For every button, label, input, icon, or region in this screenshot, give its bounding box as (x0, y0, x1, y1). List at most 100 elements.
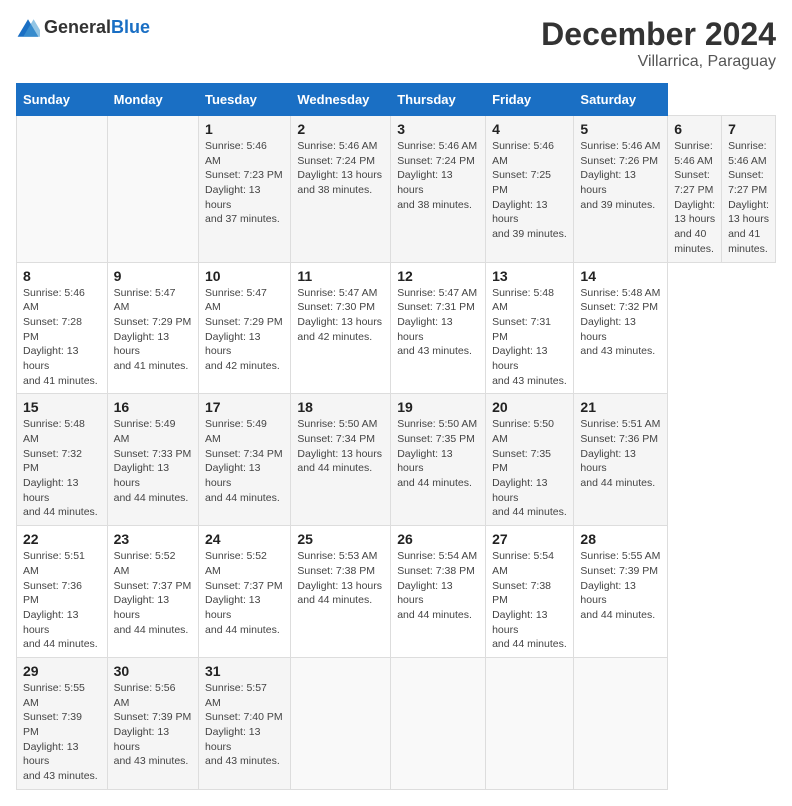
day-number: 23 (114, 531, 192, 547)
calendar-cell: 5 Sunrise: 5:46 AMSunset: 7:26 PMDaylight… (574, 116, 668, 263)
day-info: Sunrise: 5:50 AMSunset: 7:35 PMDaylight:… (492, 417, 567, 520)
day-number: 16 (114, 399, 192, 415)
day-number: 19 (397, 399, 479, 415)
calendar-cell: 25 Sunrise: 5:53 AMSunset: 7:38 PMDayligh… (291, 526, 391, 658)
calendar-cell: 22 Sunrise: 5:51 AMSunset: 7:36 PMDayligh… (17, 526, 108, 658)
day-number: 28 (580, 531, 661, 547)
calendar-cell: 18 Sunrise: 5:50 AMSunset: 7:34 PMDayligh… (291, 394, 391, 526)
calendar-cell: 15Sunrise: 5:48 AMSunset: 7:32 PMDayligh… (17, 394, 108, 526)
day-info: Sunrise: 5:46 AMSunset: 7:27 PMDaylight:… (728, 139, 769, 257)
day-info: Sunrise: 5:53 AMSunset: 7:38 PMDaylight:… (297, 549, 384, 608)
calendar-cell: 3 Sunrise: 5:46 AMSunset: 7:24 PMDaylight… (391, 116, 486, 263)
day-info: Sunrise: 5:50 AMSunset: 7:34 PMDaylight:… (297, 417, 384, 476)
day-number: 20 (492, 399, 567, 415)
logo: GeneralBlue (16, 16, 150, 40)
calendar-cell: 21 Sunrise: 5:51 AMSunset: 7:36 PMDayligh… (574, 394, 668, 526)
calendar-cell: 9 Sunrise: 5:47 AMSunset: 7:29 PMDaylight… (107, 262, 198, 394)
day-number: 10 (205, 268, 284, 284)
day-number: 6 (674, 121, 715, 137)
logo-general: General (44, 17, 111, 37)
day-info: Sunrise: 5:46 AMSunset: 7:26 PMDaylight:… (580, 139, 661, 212)
calendar-week-row: 15Sunrise: 5:48 AMSunset: 7:32 PMDayligh… (17, 394, 776, 526)
calendar-cell: 10 Sunrise: 5:47 AMSunset: 7:29 PMDayligh… (199, 262, 291, 394)
calendar-cell (107, 116, 198, 263)
calendar-cell (291, 657, 391, 789)
calendar-cell: 27Sunrise: 5:54 AMSunset: 7:38 PMDayligh… (486, 526, 574, 658)
day-info: Sunrise: 5:47 AMSunset: 7:29 PMDaylight:… (114, 286, 192, 374)
day-info: Sunrise: 5:46 AMSunset: 7:23 PMDaylight:… (205, 139, 284, 227)
calendar-cell: 26Sunrise: 5:54 AMSunset: 7:38 PMDayligh… (391, 526, 486, 658)
weekday-header-friday: Friday (486, 84, 574, 116)
day-number: 14 (580, 268, 661, 284)
day-number: 12 (397, 268, 479, 284)
day-info: Sunrise: 5:46 AMSunset: 7:25 PMDaylight:… (492, 139, 567, 242)
day-number: 1 (205, 121, 284, 137)
calendar-cell: 23Sunrise: 5:52 AMSunset: 7:37 PMDayligh… (107, 526, 198, 658)
weekday-header-saturday: Saturday (574, 84, 668, 116)
calendar-cell: 24Sunrise: 5:52 AMSunset: 7:37 PMDayligh… (199, 526, 291, 658)
day-number: 3 (397, 121, 479, 137)
calendar-week-row: 22 Sunrise: 5:51 AMSunset: 7:36 PMDayligh… (17, 526, 776, 658)
calendar-cell: 17 Sunrise: 5:49 AMSunset: 7:34 PMDayligh… (199, 394, 291, 526)
day-info: Sunrise: 5:46 AMSunset: 7:24 PMDaylight:… (297, 139, 384, 198)
day-number: 15 (23, 399, 101, 415)
calendar-week-row: 1 Sunrise: 5:46 AMSunset: 7:23 PMDaylight… (17, 116, 776, 263)
calendar-cell: 28Sunrise: 5:55 AMSunset: 7:39 PMDayligh… (574, 526, 668, 658)
day-info: Sunrise: 5:56 AMSunset: 7:39 PMDaylight:… (114, 681, 192, 769)
page-header: GeneralBlue December 2024 Villarrica, Pa… (16, 16, 776, 71)
day-info: Sunrise: 5:50 AMSunset: 7:35 PMDaylight:… (397, 417, 479, 490)
calendar-cell (486, 657, 574, 789)
title-section: December 2024 Villarrica, Paraguay (541, 16, 776, 71)
weekday-header-tuesday: Tuesday (199, 84, 291, 116)
calendar-cell: 20 Sunrise: 5:50 AMSunset: 7:35 PMDayligh… (486, 394, 574, 526)
day-number: 11 (297, 268, 384, 284)
day-number: 21 (580, 399, 661, 415)
day-info: Sunrise: 5:46 AMSunset: 7:24 PMDaylight:… (397, 139, 479, 212)
calendar-cell: 31 Sunrise: 5:57 AMSunset: 7:40 PMDayligh… (199, 657, 291, 789)
day-info: Sunrise: 5:48 AMSunset: 7:32 PMDaylight:… (580, 286, 661, 359)
calendar-cell: 12 Sunrise: 5:47 AMSunset: 7:31 PMDayligh… (391, 262, 486, 394)
calendar-cell: 7Sunrise: 5:46 AMSunset: 7:27 PMDaylight… (722, 116, 776, 263)
day-number: 17 (205, 399, 284, 415)
day-info: Sunrise: 5:52 AMSunset: 7:37 PMDaylight:… (205, 549, 284, 637)
calendar-cell: 11 Sunrise: 5:47 AMSunset: 7:30 PMDayligh… (291, 262, 391, 394)
day-number: 26 (397, 531, 479, 547)
day-number: 25 (297, 531, 384, 547)
calendar-table: SundayMondayTuesdayWednesdayThursdayFrid… (16, 83, 776, 790)
day-number: 18 (297, 399, 384, 415)
day-number: 31 (205, 663, 284, 679)
day-info: Sunrise: 5:55 AMSunset: 7:39 PMDaylight:… (23, 681, 101, 784)
day-info: Sunrise: 5:49 AMSunset: 7:34 PMDaylight:… (205, 417, 284, 505)
calendar-cell: 29 Sunrise: 5:55 AMSunset: 7:39 PMDayligh… (17, 657, 108, 789)
calendar-cell (391, 657, 486, 789)
day-number: 5 (580, 121, 661, 137)
calendar-week-row: 8Sunrise: 5:46 AMSunset: 7:28 PMDaylight… (17, 262, 776, 394)
calendar-cell (574, 657, 668, 789)
day-info: Sunrise: 5:46 AMSunset: 7:28 PMDaylight:… (23, 286, 101, 389)
weekday-header-monday: Monday (107, 84, 198, 116)
weekday-header-row: SundayMondayTuesdayWednesdayThursdayFrid… (17, 84, 776, 116)
day-info: Sunrise: 5:47 AMSunset: 7:31 PMDaylight:… (397, 286, 479, 359)
calendar-cell: 16Sunrise: 5:49 AMSunset: 7:33 PMDayligh… (107, 394, 198, 526)
day-info: Sunrise: 5:57 AMSunset: 7:40 PMDaylight:… (205, 681, 284, 769)
calendar-cell: 2 Sunrise: 5:46 AMSunset: 7:24 PMDaylight… (291, 116, 391, 263)
weekday-header-thursday: Thursday (391, 84, 486, 116)
calendar-cell: 19 Sunrise: 5:50 AMSunset: 7:35 PMDayligh… (391, 394, 486, 526)
day-info: Sunrise: 5:47 AMSunset: 7:29 PMDaylight:… (205, 286, 284, 374)
day-number: 30 (114, 663, 192, 679)
calendar-cell: 1 Sunrise: 5:46 AMSunset: 7:23 PMDaylight… (199, 116, 291, 263)
day-number: 9 (114, 268, 192, 284)
day-number: 2 (297, 121, 384, 137)
calendar-cell: 13Sunrise: 5:48 AMSunset: 7:31 PMDayligh… (486, 262, 574, 394)
day-info: Sunrise: 5:46 AMSunset: 7:27 PMDaylight:… (674, 139, 715, 257)
day-info: Sunrise: 5:51 AMSunset: 7:36 PMDaylight:… (23, 549, 101, 652)
day-info: Sunrise: 5:51 AMSunset: 7:36 PMDaylight:… (580, 417, 661, 490)
day-number: 29 (23, 663, 101, 679)
day-number: 27 (492, 531, 567, 547)
calendar-cell: 6 Sunrise: 5:46 AMSunset: 7:27 PMDaylight… (668, 116, 722, 263)
day-number: 22 (23, 531, 101, 547)
weekday-header-wednesday: Wednesday (291, 84, 391, 116)
calendar-cell: 14 Sunrise: 5:48 AMSunset: 7:32 PMDayligh… (574, 262, 668, 394)
day-info: Sunrise: 5:47 AMSunset: 7:30 PMDaylight:… (297, 286, 384, 345)
calendar-cell: 30 Sunrise: 5:56 AMSunset: 7:39 PMDayligh… (107, 657, 198, 789)
